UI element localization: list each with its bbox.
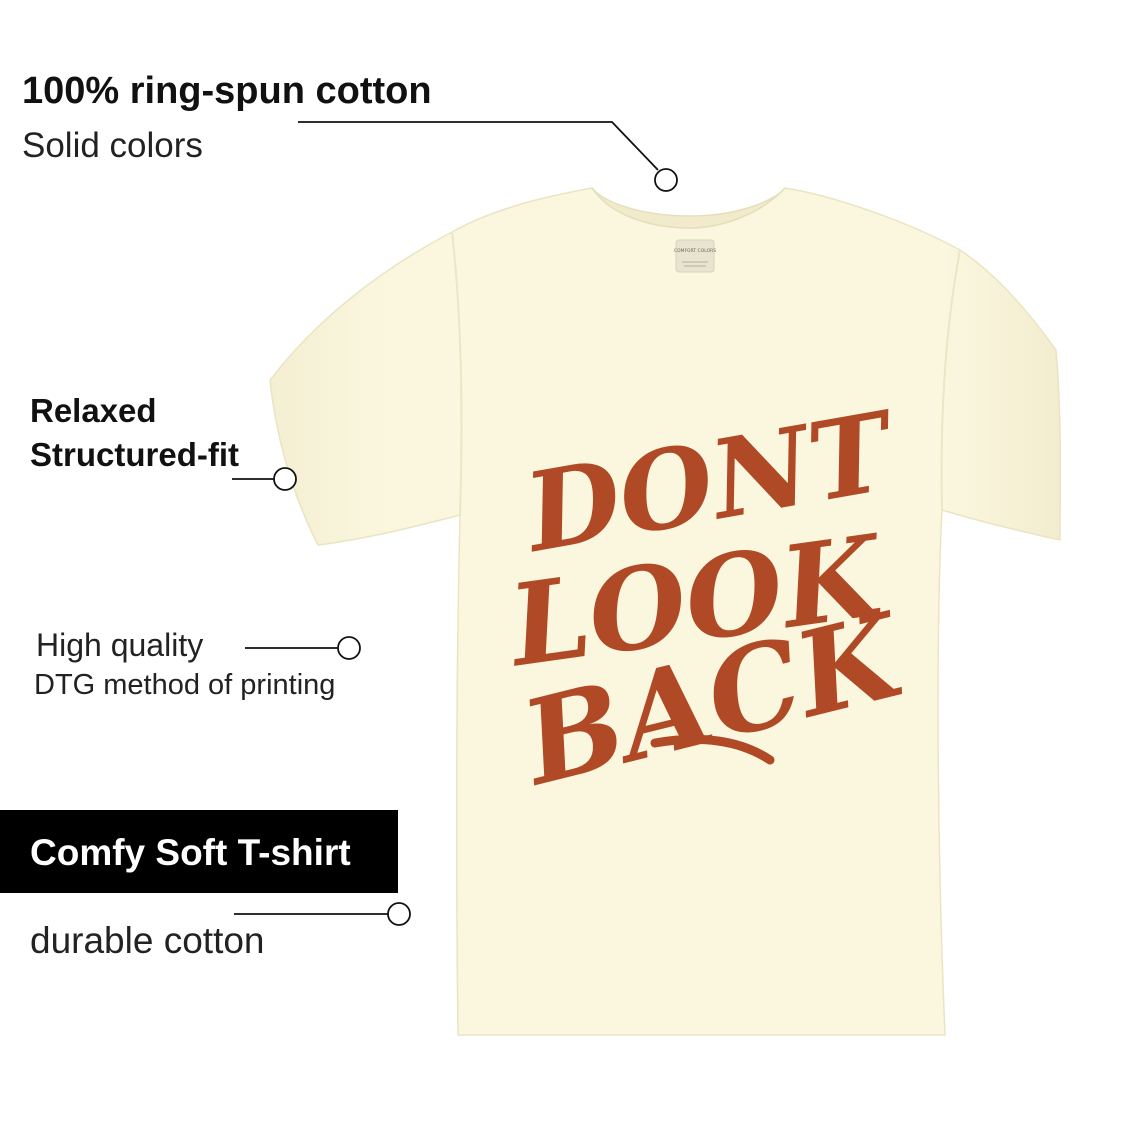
product-feature-graphic: COMFORT COLORS DONT LOOK BACK 100% ring-… (0, 0, 1140, 1140)
product-badge: Comfy Soft T-shirt (0, 810, 398, 893)
cotton-subtitle: Solid colors (22, 126, 203, 165)
callout-line-cotton (298, 121, 659, 171)
fit-subtitle: Structured-fit (30, 436, 239, 473)
fit-title: Relaxed (30, 392, 157, 429)
print-title: High quality (36, 627, 204, 663)
callout-dot-cotton (654, 168, 678, 192)
callout-dot-fit (273, 467, 297, 491)
callout-dot-durable (387, 902, 411, 926)
callout-dot-print (337, 636, 361, 660)
callout-lines (232, 121, 678, 926)
print-subtitle: DTG method of printing (34, 669, 336, 701)
durable-label: durable cotton (30, 920, 265, 961)
badge-label: Comfy Soft T-shirt (30, 832, 351, 873)
cotton-title: 100% ring-spun cotton (22, 70, 432, 112)
